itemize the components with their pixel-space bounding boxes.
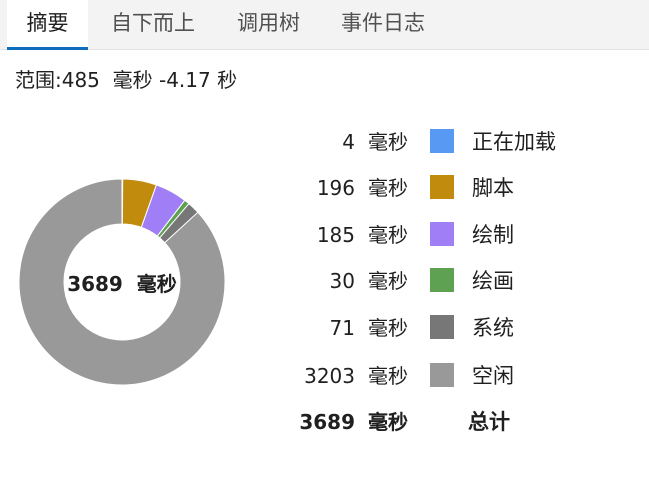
legend-swatch-idle bbox=[430, 363, 454, 387]
legend-row-loading: 4 毫秒 正在加载 bbox=[0, 122, 649, 162]
tab-bottom-up[interactable]: 自下而上 bbox=[96, 0, 210, 49]
legend-label: 系统 bbox=[472, 316, 514, 340]
tab-summary[interactable]: 摘要 bbox=[7, 0, 88, 50]
legend-swatch-loading bbox=[430, 129, 454, 153]
legend-swatch-scripting bbox=[430, 175, 454, 199]
legend-row-painting: 30 毫秒 绘画 bbox=[0, 261, 649, 301]
legend-unit: 毫秒 bbox=[368, 223, 408, 247]
legend-unit: 毫秒 bbox=[368, 176, 408, 200]
legend-swatch-rendering bbox=[430, 222, 454, 246]
legend-row-idle: 3203 毫秒 空闲 bbox=[0, 356, 649, 396]
legend-unit: 毫秒 bbox=[368, 130, 408, 154]
legend-unit: 毫秒 bbox=[368, 364, 408, 388]
legend-label: 绘制 bbox=[472, 223, 514, 247]
legend-label: 空闲 bbox=[472, 364, 514, 388]
tab-call-tree[interactable]: 调用树 bbox=[222, 0, 315, 49]
legend-unit: 毫秒 bbox=[368, 410, 408, 434]
legend-swatch-painting bbox=[430, 268, 454, 292]
legend-label: 脚本 bbox=[472, 176, 514, 200]
legend-swatch-system bbox=[430, 315, 454, 339]
legend-value: 196 bbox=[316, 176, 355, 200]
legend-label: 正在加载 bbox=[472, 130, 556, 154]
tab-bar: 摘要 自下而上 调用树 事件日志 bbox=[0, 0, 649, 50]
legend-row-rendering: 185 毫秒 绘制 bbox=[0, 215, 649, 255]
legend-total-value: 3689 bbox=[299, 410, 355, 434]
legend-value: 30 bbox=[329, 269, 355, 293]
legend-unit: 毫秒 bbox=[368, 269, 408, 293]
legend-row-scripting: 196 毫秒 脚本 bbox=[0, 168, 649, 208]
legend-row-system: 71 毫秒 系统 bbox=[0, 308, 649, 348]
legend-value: 185 bbox=[316, 223, 355, 247]
legend-label: 绘画 bbox=[472, 269, 514, 293]
tab-event-log[interactable]: 事件日志 bbox=[326, 0, 440, 49]
legend-value: 71 bbox=[329, 316, 355, 340]
time-range-label: 范围:485 毫秒 -4.17 秒 bbox=[15, 68, 238, 92]
legend-value: 4 bbox=[342, 130, 355, 154]
legend-value: 3203 bbox=[304, 364, 355, 388]
legend-unit: 毫秒 bbox=[368, 316, 408, 340]
legend-total-label: 总计 bbox=[468, 410, 510, 434]
legend-row-total: 3689 毫秒 总计 bbox=[0, 402, 649, 442]
